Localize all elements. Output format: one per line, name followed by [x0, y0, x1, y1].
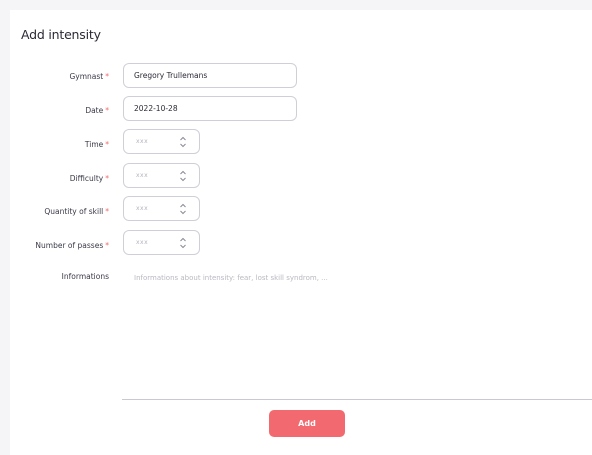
number-of-passes-stepper[interactable]: xxx — [123, 230, 200, 255]
informations-label-text: Informations — [61, 272, 109, 281]
quantity-of-skill-stepper[interactable]: xxx — [123, 196, 200, 221]
quantity-of-skill-placeholder: xxx — [136, 205, 149, 212]
spinner-arrows-icon[interactable] — [179, 169, 187, 183]
add-button[interactable]: Add — [269, 410, 345, 437]
number-of-passes-label-text: Number of passes — [35, 241, 104, 250]
time-stepper[interactable]: xxx — [123, 129, 200, 154]
informations-textarea[interactable]: Informations about intensity: fear, lost… — [134, 274, 328, 282]
spinner-arrows-icon[interactable] — [179, 236, 187, 250]
required-mark: * — [105, 106, 109, 115]
difficulty-placeholder: xxx — [136, 172, 149, 179]
required-mark: * — [105, 241, 109, 250]
date-label-text: Date — [85, 106, 104, 115]
difficulty-stepper[interactable]: xxx — [123, 163, 200, 188]
spinner-arrows-icon[interactable] — [179, 135, 187, 149]
required-mark: * — [105, 72, 109, 81]
gymnast-label-text: Gymnast — [69, 72, 104, 81]
gymnast-field[interactable] — [123, 63, 297, 88]
number-of-passes-label: Number of passes * — [0, 241, 109, 250]
add-intensity-card: Add intensity Gymnast* Date* Time* xxx D… — [10, 10, 592, 455]
date-field[interactable] — [123, 96, 297, 121]
page-title: Add intensity — [21, 27, 101, 42]
required-mark: * — [105, 207, 109, 216]
required-mark: * — [105, 140, 109, 149]
date-label: Date * — [0, 106, 109, 115]
time-label: Time * — [0, 140, 109, 149]
gymnast-label: Gymnast * — [0, 72, 109, 81]
informations-placeholder: Informations about intensity: fear, lost… — [134, 274, 328, 282]
time-placeholder: xxx — [136, 138, 149, 145]
informations-label: Informations — [0, 272, 109, 281]
quantity-of-skill-label: Quantity of skill * — [0, 207, 109, 216]
required-mark: * — [105, 174, 109, 183]
time-label-text: Time — [84, 140, 104, 149]
quantity-of-skill-label-text: Quantity of skill — [44, 207, 104, 216]
difficulty-label-text: Difficulty — [69, 174, 104, 183]
spinner-arrows-icon[interactable] — [179, 202, 187, 216]
difficulty-label: Difficulty * — [0, 174, 109, 183]
divider — [122, 399, 592, 400]
number-of-passes-placeholder: xxx — [136, 239, 149, 246]
